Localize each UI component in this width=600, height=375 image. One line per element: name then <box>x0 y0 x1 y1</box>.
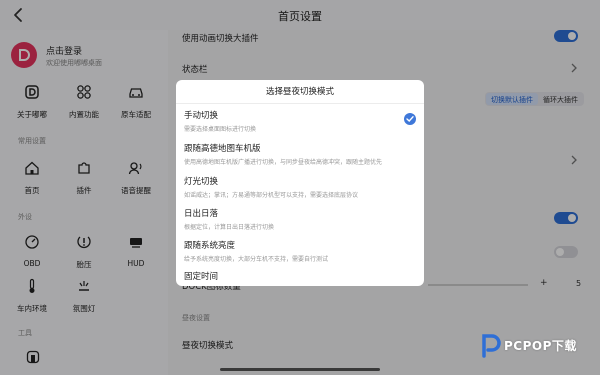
watermark-text: PCPOP下载 <box>504 339 577 353</box>
option-title: 日出日落 <box>184 209 219 219</box>
option-fixed-time[interactable]: 固定时间 <box>184 270 416 282</box>
option-title: 手动切换 <box>184 111 219 121</box>
option-title: 跟随系统亮度 <box>184 241 236 251</box>
option-title: 固定时间 <box>184 272 219 282</box>
option-system-brightness[interactable]: 跟随系统亮度 给予系统亮度切换，大部分车机不支持，需要自行测试 <box>184 239 416 263</box>
pcpop-logo-icon <box>482 334 501 358</box>
day-night-mode-dialog: 选择昼夜切换模式 手动切换 需要选择桌面图标进行切换 跟随高德地图车机版 使用高… <box>176 80 424 286</box>
option-light[interactable]: 灯光切换 如谣威达；掌讯；方易通等部分机型可以支持，需要选择底层协议 <box>184 175 416 199</box>
option-subtitle: 使用高德地图车机版广播进行切换，与同步昼夜给高德冲突，跟随主题优先 <box>184 159 383 166</box>
option-amap[interactable]: 跟随高德地图车机版 使用高德地图车机版广播进行切换，与同步昼夜给高德冲突，跟随主… <box>184 142 416 166</box>
watermark: PCPOP下载 <box>478 330 596 360</box>
check-icon <box>404 113 416 125</box>
option-title: 灯光切换 <box>184 177 219 187</box>
option-subtitle: 给予系统亮度切换，大部分车机不支持，需要自行测试 <box>184 256 329 263</box>
option-title: 跟随高德地图车机版 <box>184 144 261 154</box>
option-subtitle: 需要选择桌面图标进行切换 <box>184 126 257 133</box>
option-subtitle: 如谣威达；掌讯；方易通等部分机型可以支持，需要选择底层协议 <box>184 192 359 199</box>
option-manual[interactable]: 手动切换 需要选择桌面图标进行切换 <box>184 109 416 133</box>
option-subtitle: 根据定位，计算日出日落进行切换 <box>184 224 275 231</box>
dialog-title: 选择昼夜切换模式 <box>176 80 424 104</box>
option-sunrise-sunset[interactable]: 日出日落 根据定位，计算日出日落进行切换 <box>184 207 416 231</box>
